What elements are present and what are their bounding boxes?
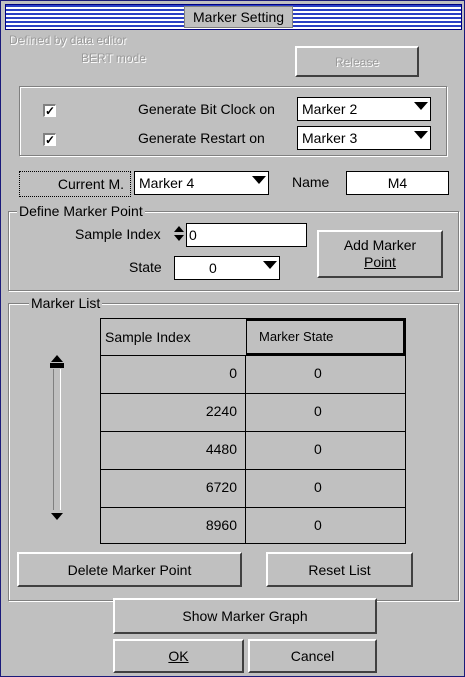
spin-up-icon[interactable] (174, 226, 184, 232)
reset-list-label: Reset List (308, 561, 371, 578)
name-label: Name (292, 174, 330, 190)
table-cell-index[interactable]: 0 (100, 356, 246, 394)
restart-label: Generate Restart on (138, 130, 265, 146)
bit-clock-checkbox[interactable]: ✓ (43, 104, 56, 117)
scroll-down-icon[interactable] (51, 513, 63, 520)
add-marker-point-button[interactable]: Add Marker Point (317, 230, 443, 278)
ok-label: OK (168, 648, 189, 664)
state-label: State (129, 259, 162, 275)
show-marker-graph-button[interactable]: Show Marker Graph (113, 598, 377, 634)
table-cell-index[interactable]: 2240 (100, 394, 246, 432)
delete-marker-point-label: Delete Marker Point (67, 561, 192, 578)
state-select[interactable]: 0 (174, 256, 280, 280)
bit-clock-select[interactable]: Marker 2 (297, 97, 431, 121)
check-icon: ✓ (44, 104, 56, 118)
bert-mode-text: BERT mode (81, 51, 146, 65)
bit-clock-value: Marker 2 (302, 101, 358, 117)
cancel-button[interactable]: Cancel (248, 639, 377, 673)
marker-list-title: Marker List (29, 295, 103, 311)
spin-down-icon[interactable] (174, 235, 184, 241)
sample-index-input[interactable]: 0 (186, 223, 307, 247)
reset-list-button[interactable]: Reset List (266, 552, 413, 587)
add-button-line2: Point (364, 254, 396, 270)
define-marker-point-title: Define Marker Point (17, 203, 145, 219)
name-input[interactable]: M4 (346, 171, 449, 195)
scroll-up-icon[interactable] (51, 355, 63, 362)
scroll-thumb[interactable] (50, 363, 64, 368)
chevron-down-icon (414, 131, 428, 139)
marker-setting-window: Marker Setting Defined by data editor BE… (0, 0, 465, 677)
delete-marker-point-button[interactable]: Delete Marker Point (17, 552, 242, 587)
restart-value: Marker 3 (302, 130, 358, 146)
current-marker-button[interactable]: Current M. (19, 171, 131, 197)
table-cell-state[interactable]: 0 (246, 394, 406, 432)
scroll-track[interactable] (53, 369, 61, 510)
table-cell-state[interactable]: 0 (246, 356, 406, 394)
window-title: Marker Setting (184, 6, 294, 28)
table-cell-index[interactable]: 4480 (100, 432, 246, 470)
defined-by-text: Defined by data editor (9, 33, 127, 47)
state-value: 0 (209, 260, 217, 276)
bit-clock-label: Generate Bit Clock on (138, 101, 275, 117)
ok-button[interactable]: OK (113, 639, 244, 673)
marker-list-scrollbar[interactable] (44, 355, 70, 525)
chevron-down-icon (263, 261, 277, 269)
restart-checkbox[interactable]: ✓ (43, 133, 56, 146)
table-cell-index[interactable]: 8960 (100, 508, 246, 544)
table-cell-state[interactable]: 0 (246, 470, 406, 508)
release-button[interactable]: Release (295, 46, 419, 77)
chevron-down-icon (252, 176, 266, 184)
marker-table: Sample Index Marker State 0 0 2240 0 448… (100, 318, 406, 544)
chevron-down-icon (414, 102, 428, 110)
title-bar[interactable]: Marker Setting (5, 4, 462, 30)
show-marker-graph-label: Show Marker Graph (182, 608, 308, 624)
column-header-marker-state[interactable]: Marker State (246, 318, 406, 356)
table-cell-state[interactable]: 0 (246, 432, 406, 470)
sample-index-spinner[interactable] (174, 224, 184, 244)
current-marker-value: Marker 4 (139, 175, 195, 191)
sample-index-label: Sample Index (75, 226, 161, 242)
current-marker-select[interactable]: Marker 4 (134, 171, 269, 195)
marker-table-rows: 0 0 2240 0 4480 0 6720 0 8960 0 (100, 356, 406, 544)
restart-select[interactable]: Marker 3 (297, 126, 431, 150)
add-button-line1: Add Marker (343, 237, 417, 253)
cancel-label: Cancel (290, 648, 335, 664)
table-cell-index[interactable]: 6720 (100, 470, 246, 508)
check-icon: ✓ (44, 133, 56, 147)
column-header-sample-index[interactable]: Sample Index (100, 318, 246, 356)
table-cell-state[interactable]: 0 (246, 508, 406, 544)
